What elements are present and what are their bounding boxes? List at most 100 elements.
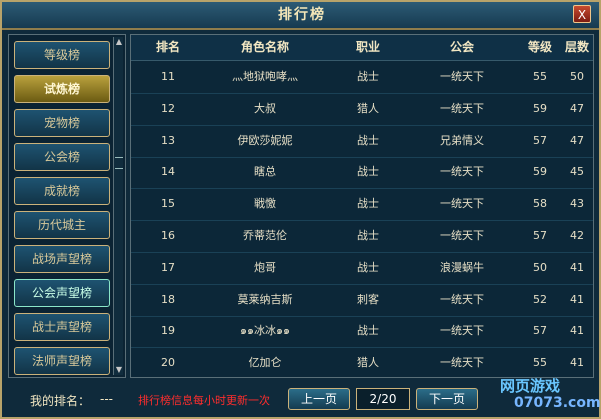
column-header: 等级 (527, 40, 552, 54)
sidebar-item[interactable]: 公会声望榜 (14, 279, 110, 307)
sidebar-item[interactable]: 战场声望榜 (14, 245, 110, 273)
table-cell: 炮哥 (254, 260, 276, 274)
table-cell: 15 (161, 197, 175, 211)
table-cell: 55 (533, 70, 547, 83)
sidebar-item[interactable]: 历代城主 (14, 211, 110, 239)
table-cell: 亿加仑 (248, 356, 282, 370)
table-cell: 59 (533, 165, 547, 179)
table-cell: 12 (161, 101, 175, 115)
sidebar-item[interactable]: 成就榜 (14, 177, 110, 205)
close-button[interactable]: X (573, 5, 591, 23)
sidebar-item[interactable]: 宠物榜 (14, 109, 110, 137)
sidebar-item[interactable]: 公会榜 (14, 143, 110, 171)
watermark-logo: 网页游戏 07073.com (492, 365, 601, 417)
category-sidebar: 等级榜 试炼榜 宠物榜 公会榜 成就榜 历代城主 战场声望榜 公会声望榜 战士声望榜 法师声望榜 … (8, 34, 126, 378)
window-title: 排行榜 (278, 7, 326, 23)
table-cell: 58 (533, 197, 547, 211)
table-cell: 41 (570, 292, 584, 306)
table-cell: 43 (570, 197, 584, 211)
table-cell: 一统天下 (440, 165, 484, 179)
table-cell: 战士 (357, 260, 379, 274)
table-cell: 52 (533, 292, 547, 306)
table-cell: 乔蒂范伦 (243, 229, 287, 242)
table-row[interactable]: 11 灬地狱咆哮灬 战士 一统天下 55 50 (131, 61, 593, 94)
table-cell: 兄弟情义 (440, 133, 484, 147)
scroll-down-icon[interactable]: ▼ (114, 365, 124, 375)
column-header: 层数 (564, 40, 589, 54)
table-cell: 50 (533, 260, 547, 274)
table-cell: 刺客 (357, 292, 379, 306)
table-cell: 伊欧莎妮妮 (237, 133, 293, 147)
table-row[interactable]: 12 大叔 猎人 一统天下 59 47 (131, 93, 593, 126)
scroll-up-icon[interactable]: ▲ (114, 37, 124, 47)
table-cell: 一统天下 (440, 70, 484, 83)
table-cell: 一统天下 (440, 197, 484, 211)
table-cell: 战士 (357, 133, 379, 147)
table-cell: 战士 (357, 324, 379, 338)
table-cell: 57 (533, 229, 547, 242)
table-cell: 猎人 (357, 356, 379, 370)
watermark-line1: 网页游戏 (500, 377, 561, 395)
column-header: 排名 (155, 40, 180, 54)
table-cell: 战士 (357, 70, 379, 83)
table-cell: 14 (161, 165, 175, 179)
sidebar-item[interactable]: 战士声望榜 (14, 313, 110, 341)
table-cell: 50 (570, 70, 584, 83)
column-header: 职业 (355, 40, 380, 54)
table-cell: 42 (570, 229, 584, 242)
table-cell: 17 (161, 260, 175, 274)
table-cell: 莫莱纳吉斯 (237, 292, 293, 306)
table-cell: 一统天下 (440, 229, 484, 242)
table-row[interactable]: 15 戦憿 战士 一统天下 58 43 (131, 188, 593, 222)
table-cell: 11 (161, 70, 175, 83)
table-cell: 13 (161, 133, 175, 147)
table-cell: 57 (533, 324, 547, 338)
table-row[interactable]: 19 ๑๑冰冰๑๑ 战士 一统天下 57 41 (131, 315, 593, 349)
sidebar-scrollbar[interactable]: ▲ ▼ (113, 37, 123, 375)
column-header: 公会 (449, 40, 474, 54)
table-cell: 16 (161, 229, 175, 242)
column-header: 角色名称 (240, 40, 289, 54)
table-cell: 浪漫蜗牛 (440, 260, 484, 274)
next-page-button[interactable]: 下一页 (416, 388, 478, 410)
table-cell: 一统天下 (440, 324, 484, 338)
table-row[interactable]: 13 伊欧莎妮妮 战士 兄弟情义 57 47 (131, 125, 593, 158)
table-cell: 20 (161, 356, 175, 370)
table-cell: 47 (570, 133, 584, 147)
title-bar: 排行榜 X (2, 2, 599, 30)
table-cell: 59 (533, 101, 547, 115)
table-cell: 57 (533, 133, 547, 147)
table-row[interactable]: 17 炮哥 战士 浪漫蜗牛 50 41 (131, 252, 593, 285)
table-cell: 41 (570, 324, 584, 338)
table-cell: 戦憿 (254, 197, 276, 211)
table-cell: ๑๑冰冰๑๑ (240, 324, 290, 338)
table-cell: 47 (570, 101, 584, 115)
my-rank-value: --- (100, 392, 113, 406)
ranking-window: 排行榜 X 等级榜试炼榜宠物榜公会榜成就榜历代城主战场声望榜公会声望榜战士声望榜… (0, 0, 601, 419)
update-notice: 排行榜信息每小时更新一次 (138, 394, 270, 407)
table-cell: 猎人 (357, 101, 379, 115)
sidebar-item[interactable]: 法师声望榜 (14, 347, 110, 375)
prev-page-button[interactable]: 上一页 (288, 388, 350, 410)
scroll-thumb[interactable] (115, 157, 123, 169)
table-cell: 大叔 (254, 101, 276, 115)
table-cell: 瞎总 (254, 165, 276, 179)
table-row[interactable]: 18 莫莱纳吉斯 刺客 一统天下 52 41 (131, 284, 593, 317)
table-cell: 18 (161, 292, 175, 306)
table-cell: 41 (570, 260, 584, 274)
table-cell: 战士 (357, 229, 379, 242)
page-indicator: 2/20 (356, 388, 410, 410)
table-cell: 战士 (357, 197, 379, 211)
table-cell: 灬地狱咆哮灬 (232, 70, 298, 83)
table-cell: 一统天下 (440, 292, 484, 306)
sidebar-item[interactable]: 等级榜 (14, 41, 110, 69)
table-cell: 45 (570, 165, 584, 179)
table-row[interactable]: 14 瞎总 战士 一统天下 59 45 (131, 156, 593, 190)
table-cell: 一统天下 (440, 101, 484, 115)
table-cell: 19 (161, 324, 175, 338)
my-rank-label: 我的排名： (30, 394, 91, 408)
sidebar-item[interactable]: 试炼榜 (14, 75, 110, 103)
table-row[interactable]: 16 乔蒂范伦 战士 一统天下 57 42 (131, 220, 593, 253)
table-cell: 战士 (357, 165, 379, 179)
ranking-table: 排名 角色名称 职业 公会 等级 层数 11 灬地狱咆哮灬 战士 一统天下 55 50 12 大叔 猎人一… (130, 34, 594, 378)
